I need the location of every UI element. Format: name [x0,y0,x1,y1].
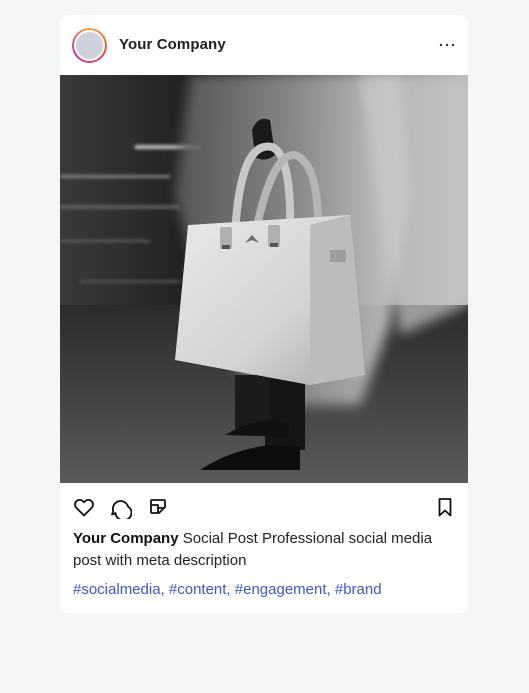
share-button[interactable] [146,495,170,519]
more-horizontal-icon [439,43,455,47]
comment-button[interactable] [108,495,133,522]
post-caption: Your Company Social Post Professional so… [73,528,457,572]
save-button[interactable] [433,495,457,519]
post-image[interactable] [60,75,468,483]
hashtag[interactable]: #socialmedia, [73,581,165,598]
hashtag-list: #socialmedia, #content, #engagement, #br… [73,579,382,601]
hashtag[interactable]: #brand [335,581,382,598]
avatar[interactable] [76,32,103,59]
like-button[interactable] [72,495,96,519]
post-header: Your Company [60,15,468,75]
hashtag[interactable]: #content, [169,581,231,598]
post-actions [60,493,468,522]
comment-icon [111,500,133,522]
bookmark-icon [438,498,452,517]
account-name[interactable]: Your Company [119,36,226,53]
avatar-ring[interactable] [72,28,107,63]
heart-icon [74,499,94,517]
hashtag[interactable]: #engagement, [235,581,331,598]
handbag-photo [60,75,468,483]
share-icon [150,499,166,514]
caption-username[interactable]: Your Company [73,530,179,547]
post-card: Your Company Your Company Social Post Pr… [60,15,468,613]
more-options-button[interactable] [437,35,457,55]
